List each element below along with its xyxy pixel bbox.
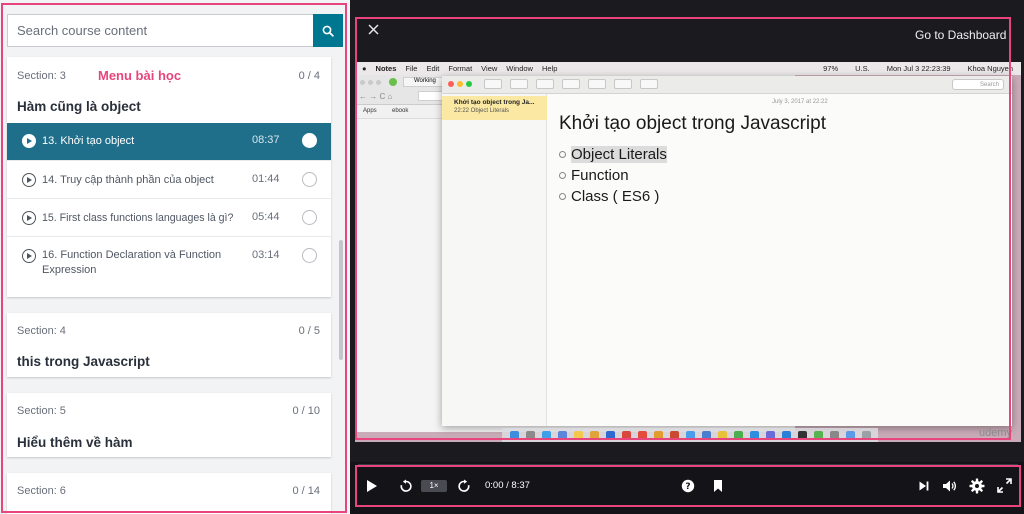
- go-to-dashboard-link[interactable]: Go to Dashboard: [915, 28, 1006, 42]
- notes-app-window: Search Khởi tạo object trong Ja... 22:22…: [442, 76, 1012, 426]
- rewind-icon[interactable]: [399, 479, 413, 493]
- mac-dock: [502, 428, 878, 442]
- browser-tab: Working: [403, 77, 443, 87]
- lecture-item-15[interactable]: 15. First class functions languages là g…: [7, 198, 331, 236]
- fullscreen-icon[interactable]: [997, 478, 1012, 493]
- lecture-title: 15. First class functions languages là g…: [42, 212, 234, 224]
- playback-speed-button[interactable]: 1×: [421, 480, 447, 492]
- note-bullet: Class ( ES6 ): [559, 188, 659, 205]
- udemy-watermark: udemy: [979, 427, 1013, 439]
- note-bullet: Function: [559, 167, 629, 184]
- lecture-duration: 05:44: [252, 211, 280, 223]
- mac-menubar: ● Notes File Edit Format View Window Hel…: [355, 62, 1021, 75]
- battery-readout: 97%: [823, 64, 839, 73]
- section-6-card[interactable]: Section: 6 0 / 14: [7, 473, 331, 514]
- section-5-card[interactable]: Section: 5 0 / 10 Hiểu thêm về hàm: [7, 393, 331, 457]
- section-3-card: Section: 3 0 / 4 Hàm cũng là object 13. …: [7, 57, 331, 297]
- lecture-title: 14. Truy cập thành phần của object: [42, 174, 214, 186]
- lecture-duration: 08:37: [252, 134, 280, 146]
- lecture-item-16[interactable]: 16. Function Declaration và Function Exp…: [7, 236, 331, 297]
- lecture-duration: 01:44: [252, 173, 280, 185]
- search-button[interactable]: [313, 14, 343, 47]
- video-frame: ● Notes File Edit Format View Window Hel…: [355, 62, 1021, 442]
- note-list-subtitle: 22:22 Object Literals: [454, 108, 510, 114]
- section-title: Hiểu thêm về hàm: [17, 435, 133, 450]
- section-title: this trong Javascript: [17, 354, 150, 369]
- note-list-item: Khởi tạo object trong Ja... 22:22 Object…: [442, 96, 547, 120]
- close-icon[interactable]: [367, 23, 381, 37]
- notes-list: Khởi tạo object trong Ja... 22:22 Object…: [442, 94, 547, 426]
- section-label: Section: 6: [17, 485, 66, 497]
- search-input[interactable]: [7, 14, 313, 47]
- section-progress: 0 / 4: [298, 70, 320, 82]
- section-progress: 0 / 10: [292, 405, 320, 417]
- menu-format: Format: [448, 64, 473, 73]
- apple-icon: ●: [362, 64, 367, 73]
- completion-checkbox[interactable]: [302, 133, 317, 148]
- time-display: 0:00 / 8:37: [485, 480, 530, 491]
- play-circle-icon: [22, 211, 36, 225]
- menu-notes: Notes: [375, 64, 397, 73]
- section-label: Section: 5: [17, 405, 66, 417]
- lecture-duration: 03:14: [252, 249, 280, 261]
- completion-checkbox[interactable]: [302, 248, 317, 263]
- search-bar: [7, 14, 343, 47]
- section-4-card[interactable]: Section: 4 0 / 5 this trong Javascript: [7, 313, 331, 377]
- lecture-item-13[interactable]: 13. Khởi tạo object 08:37: [7, 123, 331, 160]
- mac-status-area: 97% U.S. Mon Jul 3 22:23:39 Khoa Nguyen: [814, 64, 1013, 73]
- play-circle-icon: [22, 249, 36, 263]
- section-progress: 0 / 14: [292, 485, 320, 497]
- menu-annotation: Menu bài học: [98, 68, 182, 83]
- menu-file: File: [405, 64, 418, 73]
- menu-window: Window: [506, 64, 533, 73]
- help-icon[interactable]: ?: [681, 479, 695, 493]
- svg-text:?: ?: [685, 482, 690, 492]
- note-bullet: Object Literals: [559, 146, 667, 163]
- section-label: Section: 3: [17, 70, 66, 82]
- play-circle-icon: [22, 134, 36, 148]
- settings-gear-icon[interactable]: [969, 478, 985, 494]
- bookmark-icon[interactable]: [712, 479, 724, 493]
- section-progress: 0 / 5: [298, 325, 320, 337]
- menu-edit: Edit: [426, 64, 440, 73]
- completion-checkbox[interactable]: [302, 172, 317, 187]
- section-title[interactable]: Hàm cũng là object: [17, 99, 141, 114]
- search-icon: [322, 25, 334, 37]
- forward-icon[interactable]: [457, 479, 471, 493]
- menu-view: View: [481, 64, 498, 73]
- note-list-title: Khởi tạo object trong Ja...: [454, 99, 535, 106]
- volume-icon[interactable]: [942, 479, 958, 493]
- play-icon[interactable]: [365, 479, 379, 493]
- completion-checkbox[interactable]: [302, 210, 317, 225]
- play-circle-icon: [22, 173, 36, 187]
- note-date: July 3, 2017 at 22:22: [772, 99, 828, 105]
- notes-search-field: Search: [952, 79, 1004, 90]
- lecture-item-14[interactable]: 14. Truy cập thành phần của object 01:44: [7, 160, 331, 198]
- next-lecture-icon[interactable]: [918, 480, 930, 492]
- progress-bar[interactable]: [358, 464, 1018, 466]
- bookmark-apps: Apps: [363, 108, 377, 114]
- user-name: Khoa Nguyen: [967, 64, 1013, 73]
- bookmark-ebook: ebook: [392, 108, 409, 114]
- notes-toolbar: Search: [442, 76, 1012, 94]
- sidebar-scrollbar[interactable]: [339, 240, 343, 360]
- menu-help: Help: [541, 64, 558, 73]
- note-heading: Khởi tạo object trong Javascript: [559, 113, 826, 134]
- input-source: U.S.: [855, 64, 870, 73]
- course-sidebar: Menu bài học Section: 3 0 / 4 Hàm cũng l…: [0, 0, 350, 514]
- lecture-title: 13. Khởi tạo object: [42, 135, 135, 147]
- lecture-title: 16. Function Declaration và Function Exp…: [42, 249, 222, 276]
- section-label: Section: 4: [17, 325, 66, 337]
- clock: Mon Jul 3 22:23:39: [886, 64, 951, 73]
